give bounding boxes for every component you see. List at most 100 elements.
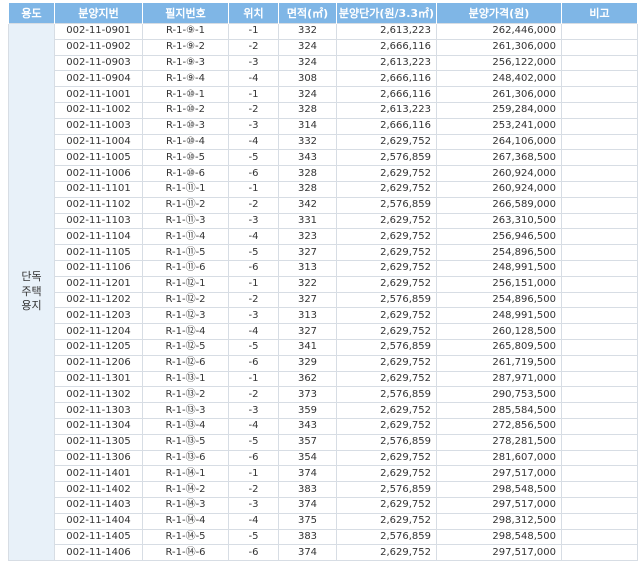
table-row: 002-11-1405 R-1-⑭-5 -5 383 2,576,859 298,548,…	[9, 528, 638, 546]
cell-area: 313	[278, 259, 337, 277]
cell-unit-price: 2,629,752	[336, 544, 437, 562]
cell-lot-number: 002-11-1104	[54, 228, 143, 246]
cell-unit-price: 2,629,752	[336, 370, 437, 388]
cell-unit-price: 2,629,752	[336, 244, 437, 261]
cell-lot-number: 002-11-1201	[54, 275, 143, 293]
cell-sale-price: 298,312,500	[436, 512, 562, 530]
cell-sale-price: 272,856,500	[436, 417, 562, 435]
cell-parcel-number: R-1-⑭-6	[142, 544, 229, 562]
cell-note	[561, 323, 638, 340]
cell-lot-number: 002-11-0902	[54, 38, 143, 56]
cell-note	[561, 117, 638, 135]
cell-unit-price: 2,629,752	[336, 323, 437, 340]
cell-sale-price: 297,517,000	[436, 496, 562, 514]
header-parcel-number: 필지번호	[142, 3, 229, 24]
cell-parcel-number: R-1-⑩-4	[142, 133, 229, 151]
cell-note	[561, 544, 638, 562]
table-row: 002-11-1102 R-1-⑪-2 -2 342 2,576,859 266,589,…	[9, 196, 638, 214]
cell-note	[561, 481, 638, 498]
cell-unit-price: 2,576,859	[336, 433, 437, 451]
cell-parcel-number: R-1-⑩-6	[142, 165, 229, 182]
cell-parcel-number: R-1-⑬-2	[142, 386, 229, 404]
cell-parcel-number: R-1-⑭-2	[142, 481, 229, 498]
cell-note	[561, 196, 638, 214]
cell-sale-price: 260,128,500	[436, 323, 562, 340]
cell-parcel-number: R-1-⑬-5	[142, 433, 229, 451]
cell-unit-price: 2,629,752	[336, 417, 437, 435]
cell-unit-price: 2,576,859	[336, 528, 437, 546]
cell-note	[561, 180, 638, 198]
cell-note	[561, 244, 638, 261]
cell-sale-price: 281,607,000	[436, 449, 562, 467]
cell-area: 324	[278, 86, 337, 103]
table-row: 002-11-1404 R-1-⑭-4 -4 375 2,629,752 298,312,…	[9, 512, 638, 530]
cell-area: 313	[278, 307, 337, 325]
cell-lot-number: 002-11-1301	[54, 370, 143, 388]
table-row: 002-11-1002 R-1-⑩-2 -2 328 2,613,223 259,284,…	[9, 101, 638, 119]
cell-unit-price: 2,629,752	[336, 212, 437, 230]
cell-sale-price: 248,991,500	[436, 307, 562, 325]
cell-position: -6	[228, 354, 279, 372]
cell-note	[561, 465, 638, 483]
cell-position: -6	[228, 449, 279, 467]
cell-note	[561, 149, 638, 167]
cell-sale-price: 248,402,000	[436, 70, 562, 88]
cell-lot-number: 002-11-1401	[54, 465, 143, 483]
cell-parcel-number: R-1-⑭-3	[142, 496, 229, 514]
cell-area: 342	[278, 196, 337, 214]
cell-lot-number: 002-11-1302	[54, 386, 143, 404]
cell-lot-number: 002-11-1203	[54, 307, 143, 325]
cell-area: 328	[278, 165, 337, 182]
cell-lot-number: 002-11-1206	[54, 354, 143, 372]
cell-position: -3	[228, 54, 279, 72]
cell-sale-price: 261,719,500	[436, 354, 562, 372]
cell-lot-number: 002-11-1106	[54, 259, 143, 277]
cell-area: 374	[278, 544, 337, 562]
cell-position: -2	[228, 38, 279, 56]
cell-lot-number: 002-11-1005	[54, 149, 143, 167]
cell-unit-price: 2,613,223	[336, 54, 437, 72]
table-row: 002-11-1003 R-1-⑩-3 -3 314 2,666,116 253,241,…	[9, 117, 638, 135]
cell-parcel-number: R-1-⑬-4	[142, 417, 229, 435]
cell-parcel-number: R-1-⑨-2	[142, 38, 229, 56]
cell-lot-number: 002-11-1304	[54, 417, 143, 435]
table-row: 002-11-1202 R-1-⑫-2 -2 327 2,576,859 254,896,…	[9, 291, 638, 309]
cell-note	[561, 38, 638, 56]
table-row: 002-11-1205 R-1-⑫-5 -5 341 2,576,859 265,809,…	[9, 338, 638, 356]
table-row: 단독 주택 용지 002-11-0901 R-1-⑨-1 -1 332 2,613,223 26…	[8, 22, 638, 562]
cell-area: 329	[278, 354, 337, 372]
cell-note	[561, 402, 638, 419]
header-sale-price: 분양가격(원)	[436, 3, 562, 24]
table-row: 002-11-1104 R-1-⑪-4 -4 323 2,629,752 256,946,…	[9, 228, 638, 246]
cell-parcel-number: R-1-⑩-1	[142, 86, 229, 103]
cell-area: 359	[278, 402, 337, 419]
cell-area: 332	[278, 23, 337, 40]
cell-lot-number: 002-11-1202	[54, 291, 143, 309]
cell-note	[561, 307, 638, 325]
cell-position: -1	[228, 23, 279, 40]
cell-note	[561, 101, 638, 119]
cell-unit-price: 2,629,752	[336, 449, 437, 467]
cell-unit-price: 2,576,859	[336, 338, 437, 356]
cell-sale-price: 298,548,500	[436, 481, 562, 498]
cell-note	[561, 417, 638, 435]
cell-unit-price: 2,629,752	[336, 259, 437, 277]
cell-sale-price: 290,753,500	[436, 386, 562, 404]
table-row: 002-11-1006 R-1-⑩-6 -6 328 2,629,752 260,924,…	[9, 165, 638, 182]
cell-parcel-number: R-1-⑬-6	[142, 449, 229, 467]
cell-note	[561, 275, 638, 293]
cell-parcel-number: R-1-⑨-3	[142, 54, 229, 72]
cell-note	[561, 212, 638, 230]
cell-sale-price: 260,924,000	[436, 165, 562, 182]
cell-lot-number: 002-11-1305	[54, 433, 143, 451]
header-lot-number: 분양지번	[54, 3, 143, 24]
cell-unit-price: 2,666,116	[336, 117, 437, 135]
cell-note	[561, 86, 638, 103]
cell-lot-number: 002-11-1002	[54, 101, 143, 119]
use-category-line: 용지	[21, 299, 42, 313]
cell-unit-price: 2,629,752	[336, 307, 437, 325]
cell-position: -2	[228, 386, 279, 404]
header-note: 비고	[561, 3, 638, 24]
cell-parcel-number: R-1-⑭-5	[142, 528, 229, 546]
cell-sale-price: 267,368,500	[436, 149, 562, 167]
